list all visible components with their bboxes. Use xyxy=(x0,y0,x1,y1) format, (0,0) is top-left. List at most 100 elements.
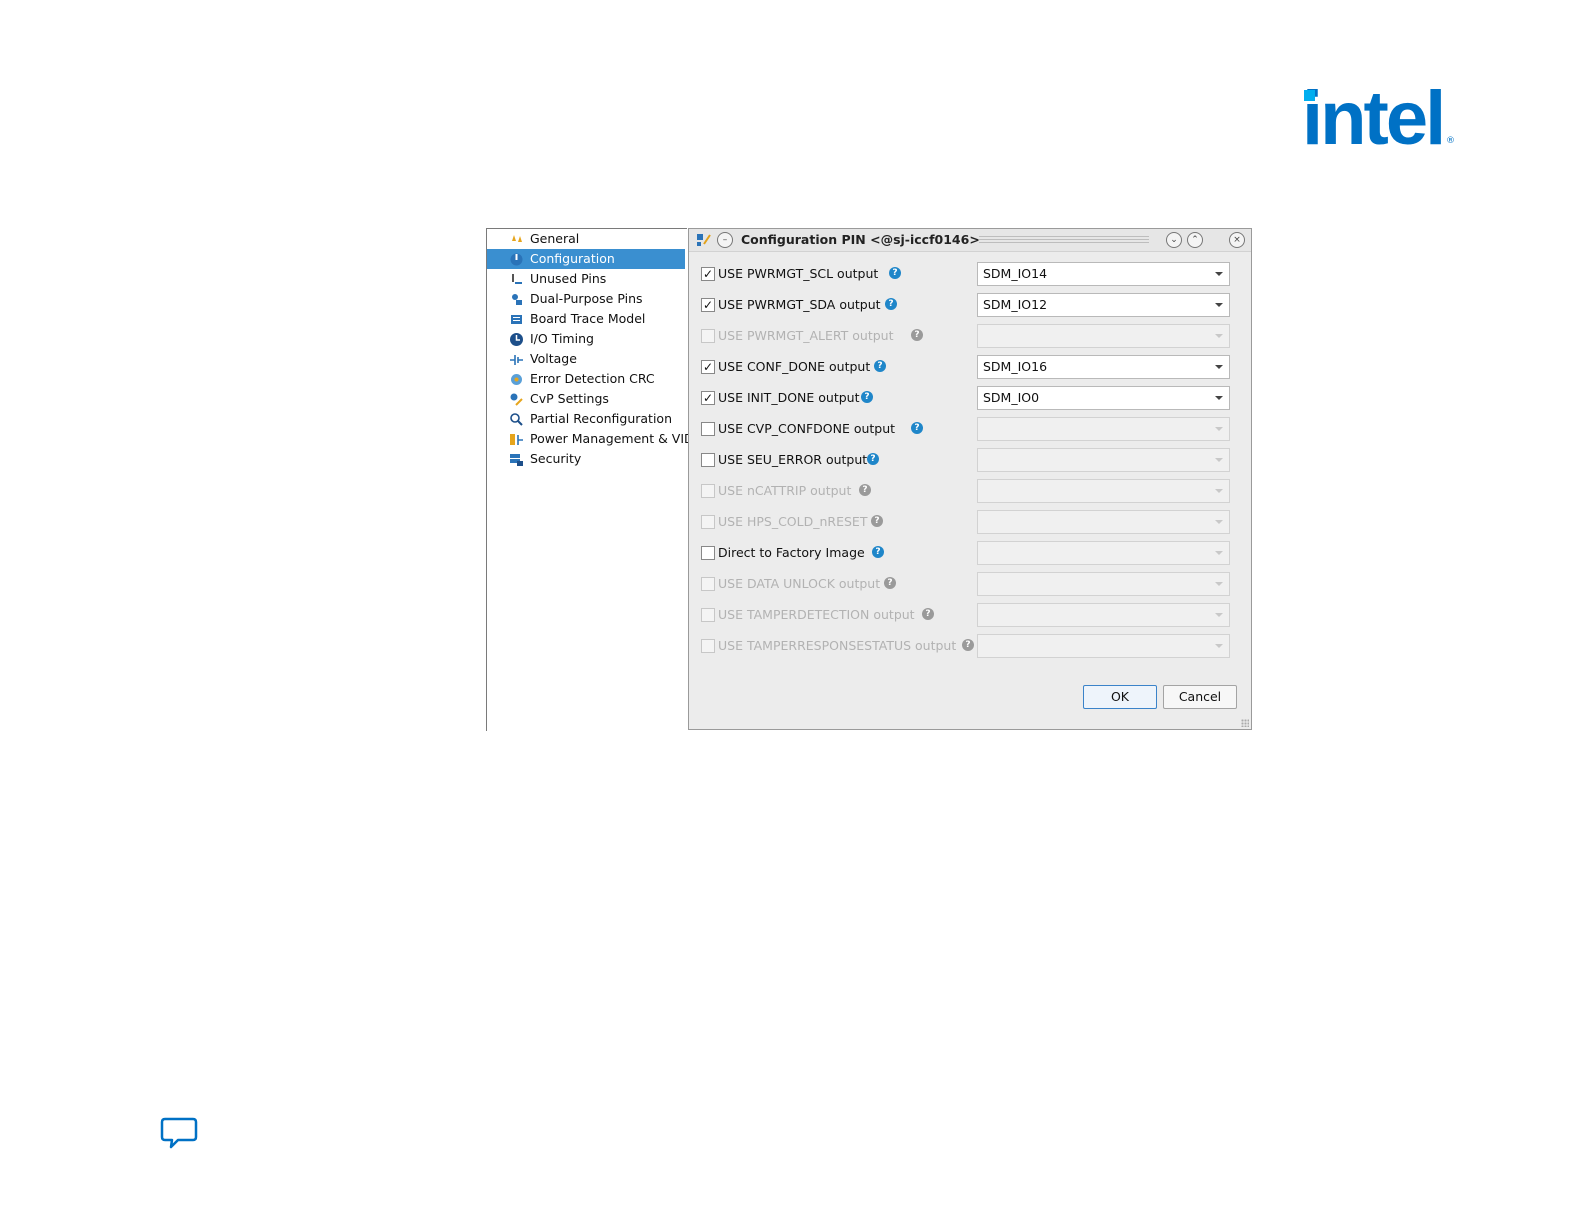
option-checkbox[interactable]: ✓ xyxy=(701,391,715,405)
tree-item-unused-pins[interactable]: Unused Pins xyxy=(487,269,685,289)
option-row: USE PWRMGT_ALERT output? xyxy=(701,324,1241,348)
tree-item-label: Unused Pins xyxy=(530,271,607,286)
pin-select[interactable]: SDM_IO14 xyxy=(977,262,1230,286)
chevron-down-icon xyxy=(1215,551,1223,555)
configuration-pin-dialog: – Configuration PIN <@sj-iccf0146> ⌄ ⌃ ×… xyxy=(688,228,1252,730)
feedback-icon[interactable] xyxy=(160,1116,198,1152)
chevron-down-icon xyxy=(1215,427,1223,431)
board-trace-icon xyxy=(511,315,522,324)
logo-dot xyxy=(1304,90,1315,101)
option-row: USE nCATTRIP output? xyxy=(701,479,1241,503)
option-checkbox[interactable]: ✓ xyxy=(701,267,715,281)
pin-select[interactable]: SDM_IO0 xyxy=(977,386,1230,410)
option-row: USE SEU_ERROR output? xyxy=(701,448,1241,472)
tree-item-label: Power Management & VID xyxy=(530,431,694,446)
pin-select xyxy=(977,479,1230,503)
tree-item-i-o-timing[interactable]: I/O Timing xyxy=(487,329,685,349)
tree-item-error-detection-crc[interactable]: Error Detection CRC xyxy=(487,369,685,389)
tree-item-security[interactable]: Security xyxy=(487,449,685,469)
tree-item-configuration[interactable]: Configuration xyxy=(487,249,685,269)
help-icon[interactable]: ? xyxy=(859,484,871,496)
chevron-down-icon xyxy=(1215,458,1223,462)
tree-item-voltage[interactable]: Voltage xyxy=(487,349,685,369)
unused-pins-icon xyxy=(512,274,522,284)
checkmark-icon: ✓ xyxy=(702,298,714,312)
option-row: ✓ USE INIT_DONE output? SDM_IO0 xyxy=(701,386,1241,410)
help-icon[interactable]: ? xyxy=(867,453,879,465)
option-checkbox[interactable]: ✓ xyxy=(701,360,715,374)
option-label: USE CVP_CONFDONE output xyxy=(718,421,896,436)
pin-select xyxy=(977,510,1230,534)
minimize-icon[interactable]: ⌄ xyxy=(1166,232,1182,248)
pin-select[interactable]: SDM_IO16 xyxy=(977,355,1230,379)
partial-reconfig-icon xyxy=(510,413,523,426)
option-label: USE INIT_DONE output xyxy=(718,390,860,405)
close-icon[interactable]: × xyxy=(1229,232,1245,248)
tree-item-board-trace-model[interactable]: Board Trace Model xyxy=(487,309,685,329)
tree-item-power-management-vid[interactable]: Power Management & VID xyxy=(487,429,694,449)
logo-registered-mark: ® xyxy=(1446,136,1455,146)
help-icon[interactable]: ? xyxy=(922,608,934,620)
chevron-down-icon xyxy=(1215,303,1223,307)
help-icon[interactable]: ? xyxy=(885,298,897,310)
dialog-titlebar[interactable]: – Configuration PIN <@sj-iccf0146> ⌄ ⌃ × xyxy=(689,229,1251,252)
resize-grip[interactable] xyxy=(1241,719,1249,727)
pin-select xyxy=(977,603,1230,627)
option-row: ✓ USE PWRMGT_SCL output? SDM_IO14 xyxy=(701,262,1241,286)
chevron-down-icon xyxy=(1215,365,1223,369)
chevron-down-icon xyxy=(1215,520,1223,524)
option-label: USE SEU_ERROR output xyxy=(718,452,868,467)
error-detection-icon xyxy=(511,374,522,385)
chevron-down-icon xyxy=(1215,272,1223,276)
tree-item-dual-purpose-pins[interactable]: Dual-Purpose Pins xyxy=(487,289,685,309)
tree-item-label: Partial Reconfiguration xyxy=(530,411,672,426)
tree-item-general[interactable]: General xyxy=(487,229,685,249)
maximize-icon[interactable]: ⌃ xyxy=(1187,232,1203,248)
option-checkbox[interactable]: ✓ xyxy=(701,298,715,312)
help-icon[interactable]: ? xyxy=(911,422,923,434)
pin-select xyxy=(977,448,1230,472)
category-tree: General Configuration Unused Pins Dual-Purp… xyxy=(486,228,694,731)
pin-select xyxy=(977,417,1230,441)
tree-item-label: Configuration xyxy=(530,251,615,266)
config-icon xyxy=(510,253,523,266)
option-checkbox xyxy=(701,639,715,653)
option-label: USE PWRMGT_SCL output xyxy=(718,266,879,281)
help-icon[interactable]: ? xyxy=(884,577,896,589)
pin-select-value: SDM_IO16 xyxy=(983,359,1048,374)
screenshot-frame: General Configuration Unused Pins Dual-Purp… xyxy=(486,228,1252,731)
tree-item-cvp-settings[interactable]: CvP Settings xyxy=(487,389,685,409)
pin-select[interactable]: SDM_IO12 xyxy=(977,293,1230,317)
option-label: USE TAMPERRESPONSESTATUS output xyxy=(718,638,957,653)
chevron-down-icon xyxy=(1215,396,1223,400)
window-menu-icon[interactable]: – xyxy=(717,232,733,248)
pin-select xyxy=(977,572,1230,596)
ok-button[interactable]: OK xyxy=(1083,685,1157,709)
option-row: USE HPS_COLD_nRESET? xyxy=(701,510,1241,534)
cancel-button[interactable]: Cancel xyxy=(1163,685,1237,709)
option-checkbox[interactable] xyxy=(701,422,715,436)
help-icon[interactable]: ? xyxy=(872,546,884,558)
tree-item-partial-reconfiguration[interactable]: Partial Reconfiguration xyxy=(487,409,685,429)
option-label: Direct to Factory Image xyxy=(718,545,865,560)
option-checkbox xyxy=(701,515,715,529)
chevron-down-icon xyxy=(1215,489,1223,493)
option-checkbox xyxy=(701,329,715,343)
option-checkbox[interactable] xyxy=(701,453,715,467)
clock-icon xyxy=(510,333,523,346)
help-icon[interactable]: ? xyxy=(871,515,883,527)
help-icon[interactable]: ? xyxy=(874,360,886,372)
security-icon xyxy=(510,454,523,466)
help-icon[interactable]: ? xyxy=(962,639,974,651)
help-icon[interactable]: ? xyxy=(861,391,873,403)
tree-item-label: Voltage xyxy=(530,351,577,366)
option-checkbox[interactable] xyxy=(701,546,715,560)
help-icon[interactable]: ? xyxy=(889,267,901,279)
option-row: USE DATA UNLOCK output? xyxy=(701,572,1241,596)
stars-icon xyxy=(512,235,522,242)
cvp-icon xyxy=(510,393,523,406)
option-checkbox xyxy=(701,484,715,498)
tree-item-label: Board Trace Model xyxy=(530,311,646,326)
help-icon[interactable]: ? xyxy=(911,329,923,341)
option-row: ✓ USE CONF_DONE output? SDM_IO16 xyxy=(701,355,1241,379)
